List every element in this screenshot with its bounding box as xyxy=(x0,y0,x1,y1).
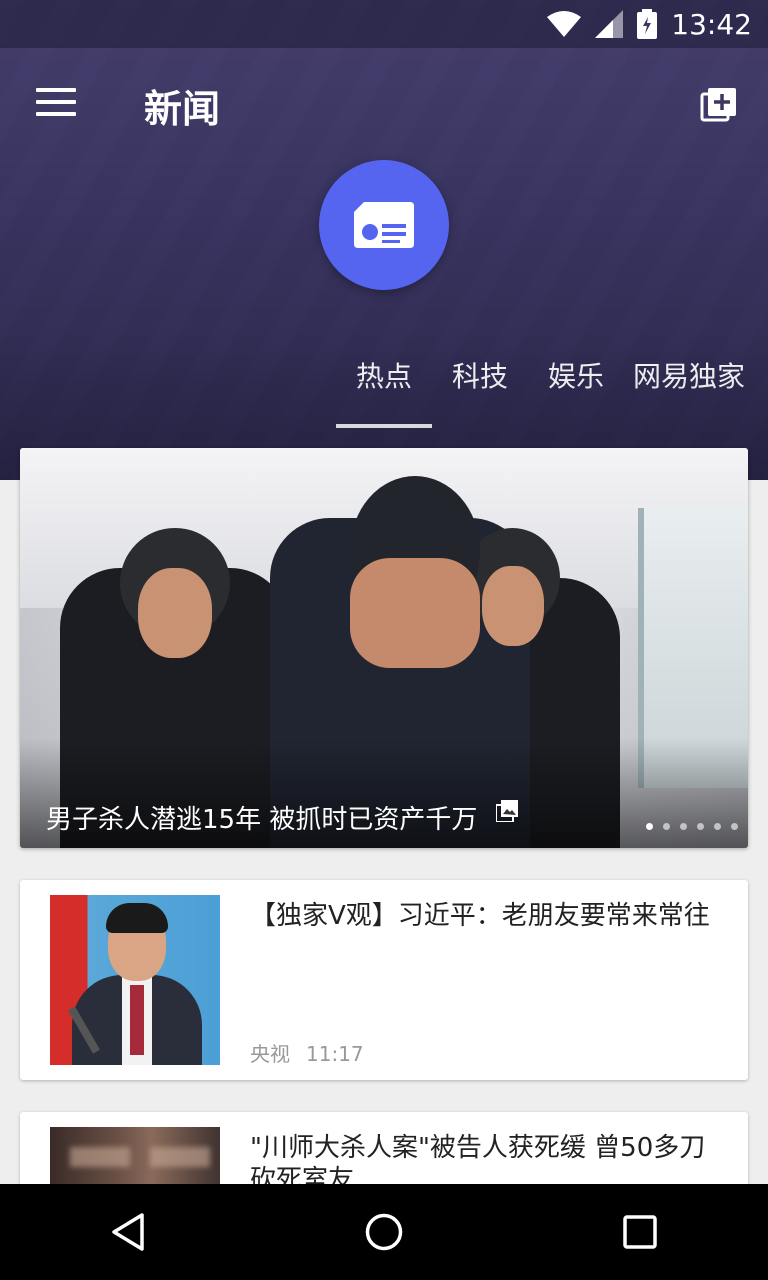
page-title: 新闻 xyxy=(144,87,221,131)
back-icon[interactable] xyxy=(80,1184,176,1280)
carousel-dot xyxy=(646,823,653,830)
tab-tech[interactable]: 科技 xyxy=(432,350,528,430)
home-icon[interactable] xyxy=(336,1184,432,1280)
tab-hot[interactable]: 热点 xyxy=(336,350,432,430)
add-box-icon[interactable] xyxy=(698,84,738,124)
article-time: 11:17 xyxy=(306,1042,364,1066)
article-headline: 【独家V观】习近平：老朋友要常来常往 xyxy=(250,901,710,931)
gallery-icon xyxy=(494,799,518,829)
article-thumbnail xyxy=(50,895,220,1065)
status-time: 13:42 xyxy=(671,7,752,41)
carousel-dot xyxy=(714,823,721,830)
hero-carousel[interactable]: 男子杀人潜逃15年 被抓时已资产千万 xyxy=(20,448,748,848)
hero-caption: 男子杀人潜逃15年 被抓时已资产千万 xyxy=(46,799,518,836)
carousel-dot xyxy=(663,823,670,830)
header-banner: 13:42 新闻 热点 科技 娱乐 网易独家 xyxy=(0,0,768,480)
toolbar: 新闻 xyxy=(0,60,768,150)
list-item[interactable]: 【独家V观】习近平：老朋友要常来常往 央视 11:17 xyxy=(20,880,748,1080)
tab-netease-exclusive[interactable]: 网易独家 xyxy=(624,350,754,430)
article-source: 央视 xyxy=(250,1042,290,1066)
signal-icon xyxy=(595,10,624,38)
recents-icon[interactable] xyxy=(592,1184,688,1280)
news-card-icon xyxy=(319,160,449,290)
system-nav-bar xyxy=(0,1184,768,1280)
wifi-icon xyxy=(547,11,582,37)
category-tabs: 热点 科技 娱乐 网易独家 xyxy=(336,350,754,430)
carousel-indicator xyxy=(646,823,738,830)
status-bar: 13:42 xyxy=(0,0,768,48)
menu-icon[interactable] xyxy=(36,88,76,122)
tab-entertainment[interactable]: 娱乐 xyxy=(528,350,624,430)
carousel-dot xyxy=(697,823,704,830)
battery-icon xyxy=(637,9,658,39)
article-meta: 央视 11:17 xyxy=(250,1038,364,1067)
carousel-dot xyxy=(680,823,687,830)
carousel-dot xyxy=(731,823,738,830)
